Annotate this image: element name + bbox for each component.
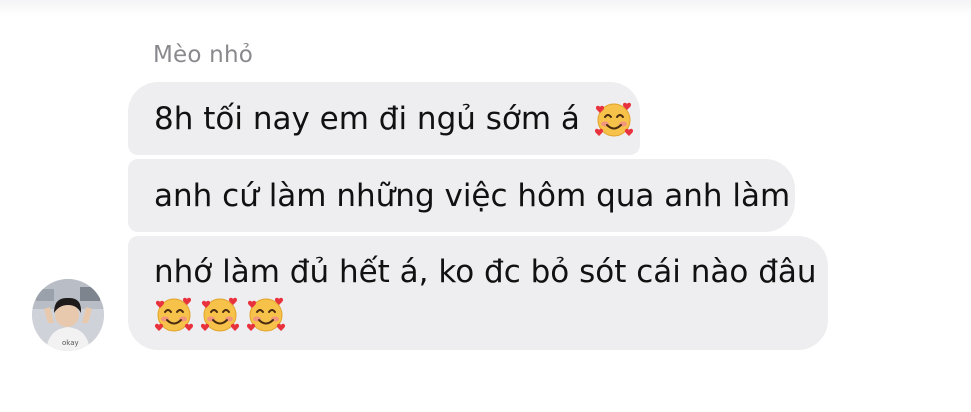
message-text: nhớ làm đủ hết á, ko đc bỏ sót cái nào đ… bbox=[154, 254, 817, 290]
message-bubble[interactable]: anh cứ làm những việc hôm qua anh làm bbox=[128, 159, 795, 232]
user-avatar-photo-icon: okay bbox=[32, 279, 104, 351]
sender-name: Mèo nhỏ bbox=[153, 42, 254, 68]
smiling-face-with-hearts-icon bbox=[594, 99, 634, 139]
emoji-row bbox=[154, 294, 286, 334]
smiling-face-with-hearts-icon bbox=[246, 294, 286, 334]
message-bubble[interactable]: 8h tối nay em đi ngủ sớm á bbox=[128, 82, 640, 155]
message-text: 8h tối nay em đi ngủ sớm á bbox=[154, 100, 580, 137]
avatar[interactable]: okay bbox=[32, 279, 104, 351]
message-text: anh cứ làm những việc hôm qua anh làm bbox=[154, 177, 791, 214]
smiling-face-with-hearts-icon bbox=[200, 294, 240, 334]
svg-text:okay: okay bbox=[62, 339, 79, 347]
smiling-face-with-hearts-icon bbox=[154, 294, 194, 334]
message-bubble[interactable]: nhớ làm đủ hết á, ko đc bỏ sót cái nào đ… bbox=[128, 236, 828, 350]
top-shadow bbox=[0, 0, 971, 16]
